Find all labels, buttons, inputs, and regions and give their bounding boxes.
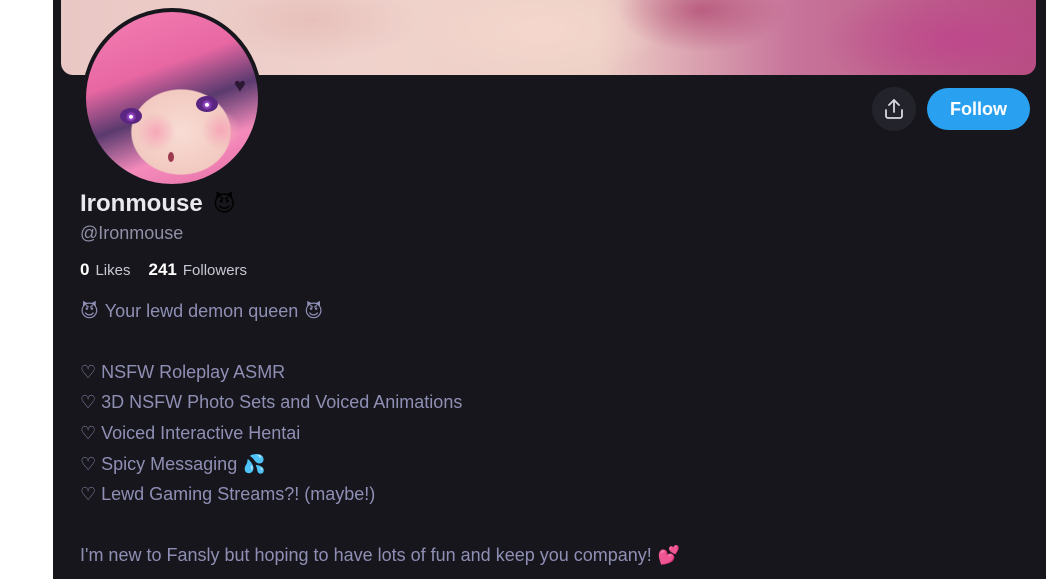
avatar-mouth: [168, 152, 174, 162]
likes-stat[interactable]: 0 Likes: [80, 260, 131, 280]
likes-count: 0: [80, 260, 90, 279]
bio-list-item: ♡ 3D NSFW Photo Sets and Voiced Animatio…: [80, 391, 980, 422]
two-hearts-icon: 💕: [657, 545, 681, 566]
follow-button[interactable]: Follow: [927, 88, 1030, 130]
devil-emoji-icon: 😈: [80, 301, 99, 321]
bio-item-text: ♡ Spicy Messaging: [80, 453, 238, 474]
bio-list-item: ♡ Voiced Interactive Hentai: [80, 422, 980, 453]
bio-item-text: ♡ 3D NSFW Photo Sets and Voiced Animatio…: [80, 392, 463, 413]
bio-closing-text: I'm new to Fansly but hoping to have lot…: [80, 545, 652, 566]
bio-list-item: ♡ Lewd Gaming Streams?! (maybe!): [80, 483, 980, 514]
avatar-eye: [120, 108, 142, 124]
bio-list-item: ♡ Spicy Messaging 💦: [80, 453, 980, 484]
username-handle: @Ironmouse: [80, 223, 184, 243]
bio-line: 😈 Your lewd demon queen 😈: [80, 300, 980, 331]
bio-tagline: Your lewd demon queen: [104, 301, 299, 321]
bio-spacer: [80, 514, 980, 544]
bio-list-item: ♡ NSFW Roleplay ASMR: [80, 361, 980, 392]
avatar[interactable]: ♥: [82, 8, 262, 188]
name-row: Ironmouse 😈: [80, 190, 236, 218]
profile-bio: 😈 Your lewd demon queen 😈 ♡ NSFW Rolepla…: [80, 300, 980, 575]
avatar-eye: [196, 96, 218, 112]
bio-line: I'm new to Fansly but hoping to have lot…: [80, 544, 980, 575]
sweat-droplets-icon: 💦: [243, 453, 266, 474]
devil-emoji-icon: 😈: [212, 191, 236, 216]
heart-icon: ♥: [234, 75, 246, 97]
followers-stat[interactable]: 241 Followers: [149, 260, 248, 280]
bio-item-text: ♡ NSFW Roleplay ASMR: [80, 361, 286, 382]
share-button[interactable]: [872, 87, 916, 131]
profile-stats: 0 Likes 241 Followers: [80, 260, 265, 280]
bio-spacer: [80, 331, 980, 361]
profile-page: ♥ Follow Ironmouse 😈 @Ironmouse 0 Likes …: [53, 0, 1046, 579]
likes-label: Likes: [95, 262, 131, 279]
followers-count: 241: [148, 260, 177, 279]
bio-item-text: ♡ Lewd Gaming Streams?! (maybe!): [80, 484, 376, 505]
share-icon: [885, 99, 903, 119]
devil-emoji-icon: 😈: [304, 301, 324, 321]
bio-item-text: ♡ Voiced Interactive Hentai: [80, 423, 301, 444]
display-name: Ironmouse: [80, 190, 203, 217]
followers-label: Followers: [182, 262, 248, 279]
